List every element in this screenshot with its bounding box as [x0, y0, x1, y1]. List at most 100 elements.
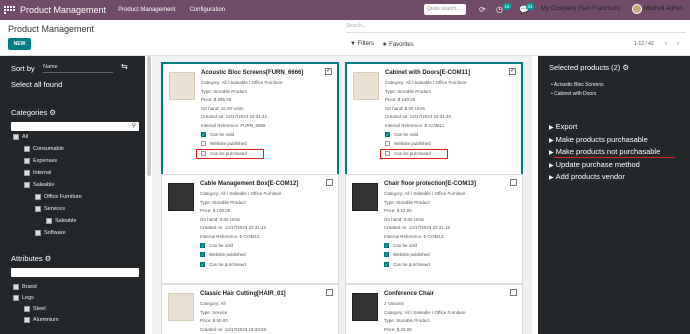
- gear-icon[interactable]: ⚙: [45, 254, 52, 263]
- tree-item[interactable]: Legs: [13, 295, 34, 301]
- category-search-input[interactable]: ⚲: [11, 122, 139, 131]
- page-title: Product Management: [8, 24, 95, 34]
- tree-item[interactable]: Saleable: [24, 182, 54, 188]
- product-card[interactable]: Conference Chair 2 Variants Category: All …: [345, 284, 523, 334]
- tree-item[interactable]: Consumable: [24, 146, 64, 152]
- checkbox-icon[interactable]: ✓: [385, 131, 390, 137]
- select-checkbox[interactable]: ✓: [509, 68, 516, 75]
- checkbox-icon[interactable]: [13, 295, 19, 301]
- sort-direction-icon[interactable]: ⇆: [121, 62, 128, 71]
- checkbox-icon[interactable]: ✓: [200, 242, 205, 248]
- product-flag-label: Can be purchased: [209, 261, 246, 267]
- company-switcher[interactable]: My Company (San Francisco): [541, 4, 620, 15]
- action-make-purchasable[interactable]: Make products purchasable: [549, 135, 648, 144]
- checkbox-icon[interactable]: [35, 230, 41, 236]
- checkbox-icon[interactable]: ✓: [200, 261, 205, 267]
- checkbox-icon[interactable]: [35, 194, 41, 200]
- pager-prev-icon[interactable]: ‹: [662, 40, 670, 49]
- product-flag-label: Can be sold: [210, 131, 235, 137]
- quick-search-input[interactable]: Quick search...: [424, 4, 466, 15]
- select-checkbox[interactable]: [510, 289, 517, 296]
- menu-configuration[interactable]: Configuration: [189, 7, 225, 13]
- selected-item: • Acoustic Bloc Screens: [551, 82, 604, 88]
- tree-item[interactable]: Software: [35, 230, 66, 236]
- action-make-not-purchasable[interactable]: Make products not purchasable: [549, 147, 661, 156]
- product-title[interactable]: Classic Hair Cutting[HAIR_01]: [200, 291, 286, 297]
- checkbox-icon[interactable]: [24, 306, 30, 312]
- product-field: Internal Reference: FURN_6666: [201, 123, 266, 128]
- user-menu[interactable]: Mitchell Admin: [644, 4, 683, 15]
- checkbox-icon[interactable]: ✓: [384, 261, 389, 267]
- app-name[interactable]: Product Management: [20, 5, 106, 15]
- select-checkbox[interactable]: ✓: [325, 68, 332, 75]
- favorites-label: Favorites: [389, 42, 414, 48]
- favorites-button[interactable]: ★ Favorites: [382, 41, 414, 48]
- tree-item[interactable]: Internal: [24, 170, 51, 176]
- checkbox-icon[interactable]: [201, 141, 206, 147]
- checkbox-icon[interactable]: [24, 158, 30, 164]
- checkbox-icon[interactable]: [24, 317, 30, 323]
- product-title[interactable]: Acoustic Bloc Screens[FURN_6666]: [201, 70, 303, 76]
- apps-menu-icon[interactable]: [4, 6, 16, 14]
- tree-item-label: Steel: [33, 306, 46, 312]
- product-flag: ✓ Website published: [200, 252, 246, 258]
- select-all-link[interactable]: Select all found: [11, 80, 62, 89]
- product-image: [168, 183, 194, 211]
- gear-icon[interactable]: ⚙: [622, 63, 629, 72]
- tree-item[interactable]: All: [13, 134, 28, 140]
- tree-item[interactable]: Services: [35, 206, 65, 212]
- checkbox-icon[interactable]: [385, 141, 390, 147]
- tree-item[interactable]: Brand: [13, 284, 37, 290]
- checkbox-icon[interactable]: [13, 134, 19, 140]
- bug-icon[interactable]: ⟳: [479, 4, 486, 15]
- product-card[interactable]: Cable Management Box[E-COM12] Category: A…: [161, 174, 339, 284]
- checkbox-icon[interactable]: ✓: [384, 242, 389, 248]
- select-checkbox[interactable]: [510, 179, 517, 186]
- product-field: Type: Storable Product: [384, 318, 430, 324]
- left-scrollbar[interactable]: [147, 56, 151, 176]
- checkbox-icon[interactable]: ✓: [201, 131, 206, 137]
- attribute-search-input[interactable]: [11, 268, 139, 277]
- action-add-products-vendor[interactable]: Add products vendor: [549, 172, 625, 181]
- user-avatar[interactable]: [632, 4, 642, 14]
- product-field: Type: Storable Product: [385, 88, 431, 94]
- tree-item[interactable]: Expenses: [24, 158, 57, 164]
- product-flag: ✓ Can be purchased: [200, 261, 246, 267]
- checkbox-icon[interactable]: [13, 284, 19, 290]
- tree-item[interactable]: Office Furniture: [35, 194, 82, 200]
- product-title[interactable]: Cabinet with Doors[E-COM11]: [385, 70, 470, 76]
- product-flag-label: Website published: [209, 252, 246, 258]
- product-flag-label: Website published: [394, 141, 431, 147]
- checkbox-icon[interactable]: [46, 218, 52, 224]
- product-title[interactable]: Conference Chair: [384, 291, 434, 297]
- tree-item[interactable]: Steel: [24, 306, 46, 312]
- product-image: [353, 72, 379, 100]
- select-checkbox[interactable]: [326, 289, 333, 296]
- checkbox-icon[interactable]: [24, 146, 30, 152]
- checkbox-icon[interactable]: [35, 206, 41, 212]
- gear-icon[interactable]: ⚙: [49, 108, 56, 117]
- tree-item[interactable]: Aluminium: [24, 317, 59, 323]
- product-card[interactable]: Classic Hair Cutting[HAIR_01] Category: A…: [161, 284, 339, 334]
- menu-product-management[interactable]: Product Management: [118, 7, 175, 13]
- action-update-purchase-method[interactable]: Update purchase method: [549, 160, 640, 169]
- pager-value[interactable]: 1-12 / 42: [634, 41, 654, 47]
- checkbox-icon[interactable]: [24, 170, 30, 176]
- tree-item[interactable]: Saleable: [46, 218, 76, 224]
- checkbox-icon[interactable]: [24, 182, 30, 188]
- search-input[interactable]: Search...: [346, 23, 686, 33]
- product-title[interactable]: Chair floor protection[E-COM13]: [384, 181, 476, 187]
- pager-next-icon[interactable]: ›: [674, 40, 682, 49]
- filters-button[interactable]: ▼ Filters: [350, 41, 374, 47]
- product-title[interactable]: Cable Management Box[E-COM12]: [200, 181, 298, 187]
- action-export[interactable]: Export: [549, 122, 578, 131]
- checkbox-icon[interactable]: ✓: [200, 252, 205, 258]
- new-button[interactable]: NEW: [8, 38, 31, 50]
- activity-icon[interactable]: ◷: [496, 4, 503, 15]
- checkbox-icon[interactable]: ✓: [384, 252, 389, 258]
- product-flag-label: Website published: [210, 141, 247, 147]
- select-checkbox[interactable]: [326, 179, 333, 186]
- product-card[interactable]: Chair floor protection[E-COM13] Category:…: [345, 174, 523, 284]
- product-field: Price: $ 50.00: [200, 318, 228, 324]
- sort-select[interactable]: Name: [43, 64, 113, 73]
